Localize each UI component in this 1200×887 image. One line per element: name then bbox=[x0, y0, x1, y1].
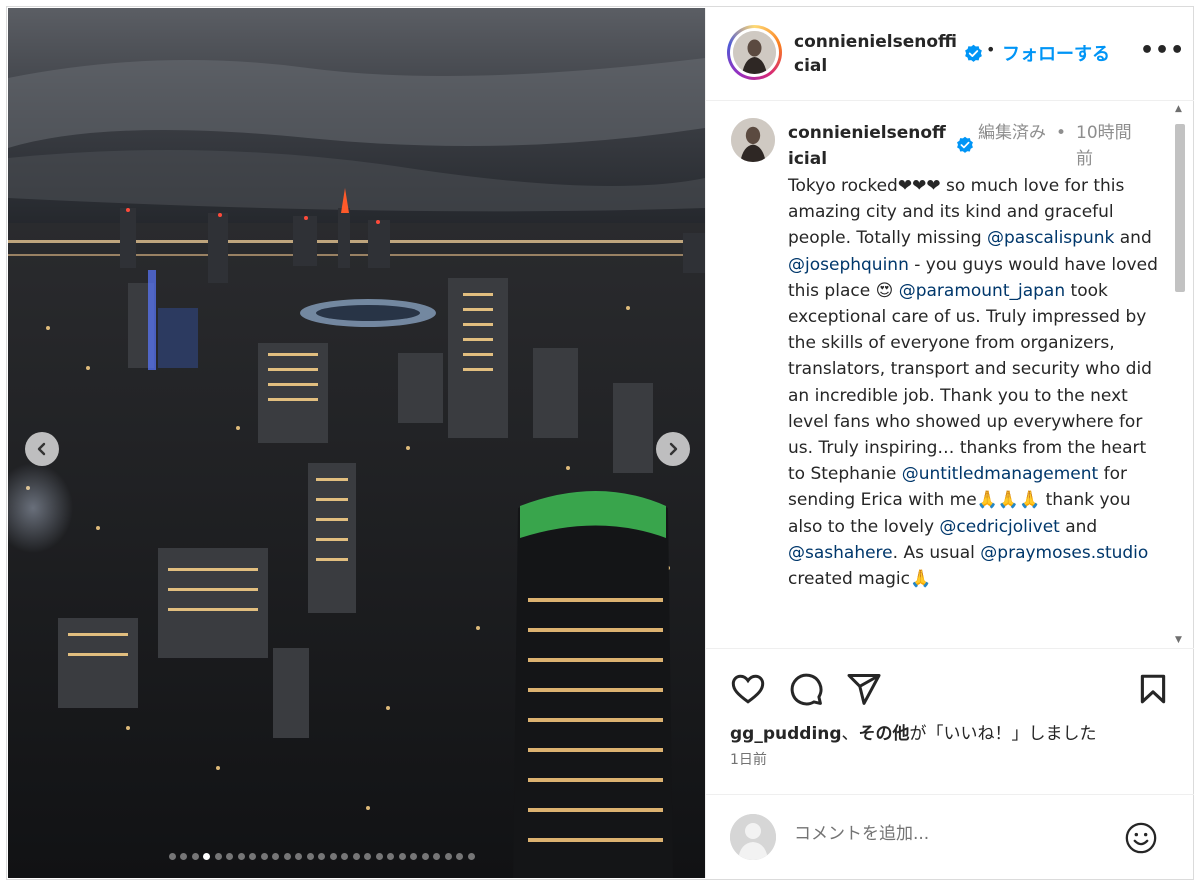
carousel-next-button[interactable] bbox=[656, 432, 690, 466]
caption-segment: created magic🙏 bbox=[788, 569, 932, 590]
profile-photo-icon bbox=[733, 31, 776, 74]
post-photo[interactable] bbox=[8, 8, 705, 878]
scrollbar-thumb[interactable] bbox=[1175, 124, 1185, 292]
carousel-dot bbox=[203, 853, 210, 860]
carousel-dot bbox=[329, 853, 337, 860]
verified-badge-icon bbox=[964, 44, 983, 63]
caption-username[interactable]: connienielsenofficial bbox=[788, 120, 948, 172]
caption-scrollbar[interactable]: ▲ ▼ bbox=[1172, 102, 1188, 647]
post-side-panel: connienielsenofficial • フォローする ••• conni… bbox=[705, 8, 1194, 878]
mention-link[interactable]: @josephquinn bbox=[788, 255, 909, 275]
mention-link[interactable]: @paramount_japan bbox=[899, 281, 1065, 301]
follow-button[interactable]: フォローする bbox=[1002, 40, 1110, 66]
viewer-avatar bbox=[730, 814, 776, 860]
heart-icon[interactable] bbox=[730, 671, 766, 707]
carousel-dot bbox=[214, 853, 222, 860]
more-options-button[interactable]: ••• bbox=[1140, 38, 1185, 63]
likes-others-link[interactable]: その他 bbox=[859, 724, 910, 744]
header-separator: • bbox=[986, 40, 996, 59]
caption-area: connienielsenofficial 編集済み • 10時間前 Tokyo… bbox=[706, 102, 1194, 647]
profile-photo-icon bbox=[731, 118, 775, 162]
likes-suffix: が「いいね！」しました bbox=[909, 724, 1097, 744]
carousel-dot bbox=[421, 853, 429, 860]
carousel-dot bbox=[341, 853, 348, 860]
scroll-down-icon[interactable]: ▼ bbox=[1175, 635, 1182, 645]
caption-segment: . As usual bbox=[892, 542, 981, 563]
carousel-dot bbox=[318, 853, 325, 860]
carousel-dot bbox=[237, 853, 245, 860]
carousel-dot bbox=[433, 853, 440, 860]
avatar[interactable] bbox=[727, 25, 782, 80]
carousel-dot bbox=[226, 853, 233, 860]
chevron-left-icon bbox=[37, 442, 46, 456]
edited-label: 編集済み bbox=[978, 123, 1046, 143]
carousel-dot bbox=[180, 853, 187, 860]
comment-bubble-icon[interactable] bbox=[788, 671, 824, 707]
default-avatar-icon bbox=[730, 814, 776, 860]
mention-link[interactable]: @cedricjolivet bbox=[939, 517, 1059, 537]
carousel-dot bbox=[467, 853, 475, 860]
carousel-dot bbox=[249, 853, 256, 860]
carousel-dot bbox=[375, 853, 383, 860]
chevron-right-icon bbox=[669, 442, 678, 456]
post-date[interactable]: 1日前 bbox=[730, 749, 767, 769]
tokyo-night-cityscape bbox=[8, 8, 705, 878]
mention-link[interactable]: @sashahere bbox=[788, 543, 893, 563]
mention-link[interactable]: @untitledmanagement bbox=[902, 464, 1098, 484]
carousel-dot bbox=[387, 853, 394, 860]
bookmark-icon[interactable] bbox=[1136, 671, 1170, 707]
carousel-dot bbox=[295, 853, 302, 860]
carousel-dot bbox=[444, 853, 452, 860]
likes-separator: 、 bbox=[841, 724, 859, 744]
header-username[interactable]: connienielsenofficial bbox=[794, 30, 964, 78]
paper-plane-icon[interactable] bbox=[846, 671, 882, 707]
carousel-dot bbox=[191, 853, 199, 860]
mention-link[interactable]: @pascalispunk bbox=[987, 228, 1114, 248]
carousel-dot bbox=[398, 853, 406, 860]
caption-timestamp[interactable]: 10時間前 bbox=[1076, 120, 1146, 172]
carousel-dot bbox=[364, 853, 371, 860]
caption-avatar[interactable] bbox=[731, 118, 775, 162]
carousel-prev-button[interactable] bbox=[25, 432, 59, 466]
likes-summary: gg_pudding、その他が「いいね！」しました bbox=[730, 719, 1097, 744]
carousel-dot bbox=[168, 853, 176, 860]
post-header: connienielsenofficial • フォローする ••• bbox=[706, 8, 1194, 101]
carousel-dot bbox=[352, 853, 360, 860]
comment-composer bbox=[706, 794, 1194, 878]
carousel-dot bbox=[260, 853, 268, 860]
verified-badge-icon bbox=[956, 136, 974, 154]
carousel-dot bbox=[456, 853, 463, 860]
carousel-dot bbox=[272, 853, 279, 860]
liker-username[interactable]: gg_pudding bbox=[730, 724, 842, 744]
caption-separator: • bbox=[1056, 123, 1067, 143]
caption-segment: and bbox=[1114, 228, 1152, 249]
caption-segment: and bbox=[1059, 516, 1098, 537]
smiley-icon[interactable] bbox=[1124, 821, 1158, 855]
comment-input[interactable] bbox=[794, 824, 1114, 844]
carousel-dot bbox=[410, 853, 417, 860]
caption-segment: took exceptional care of us. Truly impre… bbox=[788, 280, 1152, 485]
carousel-dot bbox=[306, 853, 314, 860]
mention-link[interactable]: @praymoses.studio bbox=[980, 543, 1148, 563]
caption-text: Tokyo rocked❤︎❤︎❤︎ so much love for this… bbox=[788, 173, 1163, 592]
carousel-dots bbox=[8, 853, 705, 860]
scroll-up-icon[interactable]: ▲ bbox=[1175, 104, 1182, 114]
carousel-dot bbox=[283, 853, 291, 860]
